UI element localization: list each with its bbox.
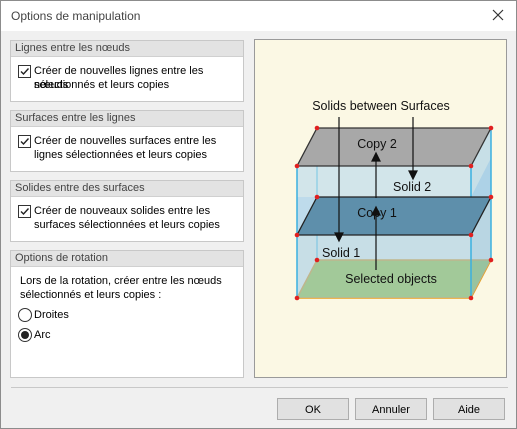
group-rotation-header: Options de rotation xyxy=(11,251,243,267)
radio-droites[interactable] xyxy=(18,308,32,322)
label-selected-objects: Selected objects xyxy=(345,272,437,286)
create-surfaces-label-2: lignes sélectionnées et leurs copies xyxy=(34,149,208,161)
create-solids-checkbox[interactable] xyxy=(18,205,31,218)
rotation-text-2: sélectionnés et leurs copies : xyxy=(20,289,162,301)
illustration-panel: Solids between Surfaces Copy 2 Solid 2 C… xyxy=(254,39,507,378)
radio-droites-label[interactable]: Droites xyxy=(34,308,69,322)
dialog-title: Options de manipulation xyxy=(11,9,141,23)
solids-diagram: Solids between Surfaces Copy 2 Solid 2 C… xyxy=(294,99,494,301)
close-icon[interactable] xyxy=(490,7,506,23)
radio-selected-dot xyxy=(21,331,29,339)
title-bar: Options de manipulation xyxy=(1,1,516,31)
diagram-title: Solids between Surfaces xyxy=(312,99,450,113)
create-solids-label-1: Créer de nouveaux solides entre les xyxy=(34,205,211,217)
group-rotation: Options de rotation Lors de la rotation,… xyxy=(10,250,244,378)
dialog-window: Options de manipulation Lignes entre les… xyxy=(0,0,517,429)
cancel-button[interactable]: Annuler xyxy=(355,398,427,420)
group-surfaces-header: Solides entre des surfaces xyxy=(11,181,243,197)
checkmark-icon xyxy=(20,138,30,146)
group-nodes-header: Lignes entre les nœuds xyxy=(11,41,243,57)
create-surfaces-label-1: Créer de nouvelles surfaces entre les xyxy=(34,135,217,147)
radio-arc-label[interactable]: Arc xyxy=(34,328,51,342)
label-solid2: Solid 2 xyxy=(393,180,431,194)
radio-arc[interactable] xyxy=(18,328,32,342)
help-button[interactable]: Aide xyxy=(433,398,505,420)
create-surfaces-checkbox[interactable] xyxy=(18,135,31,148)
create-solids-label-2: surfaces sélectionnées et leurs copies xyxy=(34,219,220,231)
label-copy1: Copy 1 xyxy=(357,206,397,220)
group-nodes: Lignes entre les nœuds Créer de nouvelle… xyxy=(10,40,244,102)
label-solid1: Solid 1 xyxy=(322,246,360,260)
label-copy2: Copy 2 xyxy=(357,137,397,151)
checkmark-icon xyxy=(20,208,30,216)
create-lines-checkbox[interactable] xyxy=(18,65,31,78)
group-lines-header: Surfaces entre les lignes xyxy=(11,111,243,127)
checkmark-icon xyxy=(20,68,30,76)
group-surfaces: Solides entre des surfaces Créer de nouv… xyxy=(10,180,244,242)
group-lines: Surfaces entre les lignes Créer de nouve… xyxy=(10,110,244,172)
footer-separator xyxy=(11,387,508,388)
rotation-text-1: Lors de la rotation, créer entre les nœu… xyxy=(20,275,222,287)
ok-button[interactable]: OK xyxy=(277,398,349,420)
create-lines-label-2: sélectionnés et leurs copies xyxy=(34,79,170,91)
